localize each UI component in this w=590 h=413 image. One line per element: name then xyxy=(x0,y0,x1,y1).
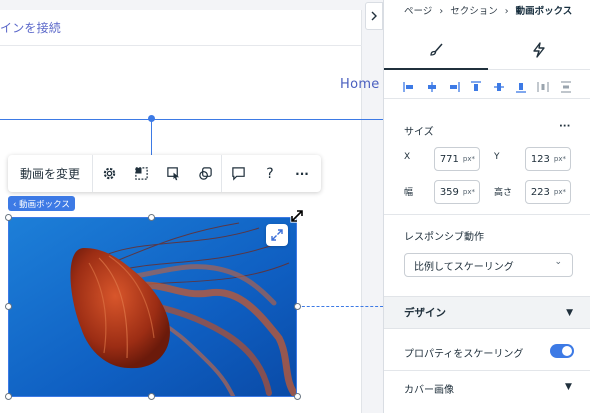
tab-design[interactable] xyxy=(384,30,488,70)
align-bottom-icon[interactable] xyxy=(515,81,527,93)
paintbrush-icon xyxy=(430,43,443,56)
breadcrumb-separator: › xyxy=(439,6,444,17)
triangle-down-icon: ▼ xyxy=(566,307,573,318)
resize-handle-bottom-right[interactable] xyxy=(294,393,301,400)
chevron-right-icon xyxy=(371,11,377,21)
comment-icon[interactable] xyxy=(222,155,254,192)
breadcrumb-separator: › xyxy=(504,6,509,17)
responsive-behavior-title: レスポンシブ動作 xyxy=(404,232,484,243)
align-left-icon[interactable] xyxy=(403,81,415,93)
responsive-behavior-dropdown[interactable]: 比例してスケーリング ⌄ xyxy=(404,253,573,277)
chevron-down-icon: ⌄ xyxy=(554,257,562,267)
height-value: 223 xyxy=(530,186,550,198)
breadcrumb-current: 動画ボックス xyxy=(515,6,573,17)
size-section-title: サイズ xyxy=(404,127,434,138)
x-value: 771 xyxy=(439,153,459,165)
section-guide-line xyxy=(0,119,383,120)
breadcrumb-page[interactable]: ページ xyxy=(404,6,432,17)
animation-icon[interactable] xyxy=(189,155,221,192)
settings-gear-icon[interactable] xyxy=(93,155,125,192)
triangle-down-icon[interactable]: ▼ xyxy=(565,382,572,392)
design-section-title: デザイン xyxy=(404,307,446,319)
element-name-badge[interactable]: ‹ 動画ボックス xyxy=(8,196,75,211)
width-value: 359 xyxy=(439,186,459,198)
align-middle-icon[interactable] xyxy=(493,81,505,93)
jellyfish-video-thumbnail xyxy=(9,218,296,396)
px-unit: px* xyxy=(462,155,475,163)
expand-video-button[interactable] xyxy=(266,224,288,246)
width-label: 幅 xyxy=(404,188,414,198)
breadcrumb: ページ › セクション › 動画ボックス xyxy=(404,3,572,17)
x-input[interactable]: 771 px* xyxy=(434,147,480,171)
resize-handle-top[interactable] xyxy=(148,214,155,221)
inspector-panel: ページ › セクション › 動画ボックス サイズ ··· X 771 px* Y … xyxy=(383,0,590,413)
collapse-panel-button[interactable] xyxy=(365,2,383,30)
section-divider xyxy=(384,214,590,215)
y-input[interactable]: 123 px* xyxy=(525,147,571,171)
resize-handle-top-left[interactable] xyxy=(5,214,12,221)
scale-properties-label: プロパティをスケーリング xyxy=(404,349,524,360)
scale-properties-toggle[interactable] xyxy=(550,344,574,358)
resize-handle-bottom-left[interactable] xyxy=(5,393,12,400)
panel-tabs xyxy=(384,30,590,70)
x-label: X xyxy=(404,152,411,162)
lightning-icon xyxy=(533,41,545,58)
alignment-toolbar xyxy=(384,75,590,99)
vertical-guide-line xyxy=(151,120,152,157)
video-box[interactable] xyxy=(8,217,297,397)
align-center-h-icon[interactable] xyxy=(426,81,438,93)
dashed-guide-line xyxy=(297,306,383,307)
width-input[interactable]: 359 px* xyxy=(434,180,480,204)
distribute-vertical-icon[interactable] xyxy=(560,80,572,93)
resize-handle-right[interactable] xyxy=(294,303,301,310)
change-video-button[interactable]: 動画を変更 xyxy=(8,155,94,192)
height-label: 高さ xyxy=(494,188,513,198)
size-more-options[interactable]: ··· xyxy=(559,121,570,132)
distribute-horizontal-icon[interactable] xyxy=(537,81,550,93)
cover-image-label: カバー画像 xyxy=(404,385,454,396)
align-right-icon[interactable] xyxy=(448,81,460,93)
resize-handle-bottom[interactable] xyxy=(148,393,155,400)
home-menu-link[interactable]: Home xyxy=(340,77,380,92)
more-options-icon[interactable]: ··· xyxy=(286,155,318,192)
editor-canvas[interactable]: インを接続 Home 動画を変更 ? ··· ‹ 動画ボックス xyxy=(0,0,383,413)
responsive-behavior-value: 比例してスケーリング xyxy=(414,261,514,273)
element-toolbar: 動画を変更 ? ··· xyxy=(8,155,321,192)
y-value: 123 xyxy=(530,153,550,165)
y-label: Y xyxy=(494,152,500,162)
tab-interactions[interactable] xyxy=(488,30,590,69)
resize-cursor-icon xyxy=(290,209,304,223)
help-icon[interactable]: ? xyxy=(254,155,286,192)
connect-domain-link[interactable]: インを接続 xyxy=(0,19,61,36)
design-section-header[interactable]: デザイン ▼ xyxy=(384,296,590,329)
px-unit: px* xyxy=(462,188,475,196)
height-input[interactable]: 223 px* xyxy=(525,180,571,204)
expand-icon xyxy=(271,229,283,241)
connect-bar: インを接続 xyxy=(0,10,362,46)
resize-handle-left[interactable] xyxy=(5,303,12,310)
breadcrumb-section[interactable]: セクション xyxy=(450,6,498,17)
px-unit: px* xyxy=(553,188,566,196)
align-top-icon[interactable] xyxy=(470,80,482,93)
px-unit: px* xyxy=(553,155,566,163)
interaction-icon[interactable] xyxy=(157,155,189,192)
section-divider xyxy=(384,370,590,371)
crop-layout-icon[interactable] xyxy=(125,155,157,192)
